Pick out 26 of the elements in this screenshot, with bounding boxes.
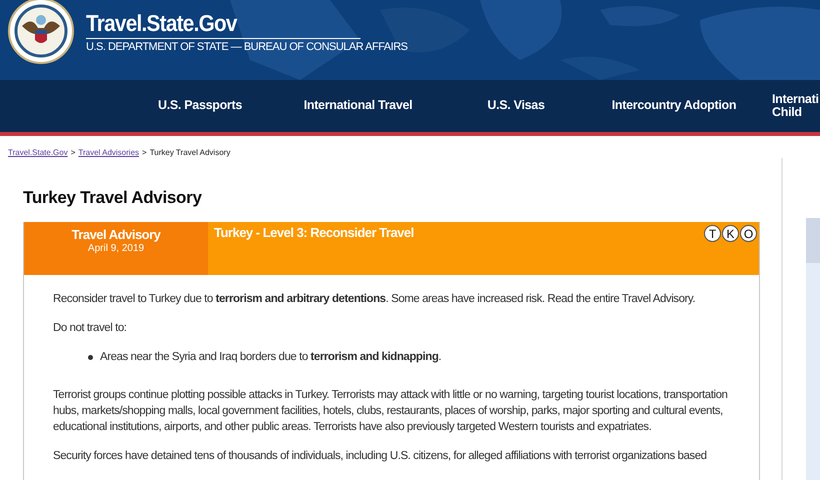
breadcrumb-link[interactable]: Travel Advisories — [78, 148, 140, 158]
breadcrumb-current: Turkey Travel Advisory — [150, 148, 230, 158]
nav-link[interactable]: Internati Child — [753, 92, 820, 120]
bullet-icon — [88, 354, 93, 360]
advisory-paragraph: Reconsider travel to Turkey due to terrorism and arbitrary detentions. Some areas have increased risk. Read the entire Travel Advisory. — [53, 292, 696, 307]
level-title: Turkey - Level 3: Reconsider Travel — [214, 225, 414, 240]
advisory-date: April 9, 2019 — [86, 243, 146, 254]
breadcrumb-link[interactable]: Travel.State.Gov — [8, 148, 68, 158]
nav-link[interactable]: International Travel — [279, 99, 437, 113]
bullet-text: Areas near the Syria and Iraq borders due to terrorism and kidnapping. — [100, 350, 442, 365]
breadcrumb-separator: > — [70, 148, 76, 158]
badge-title: Travel Advisory — [70, 227, 162, 242]
advisory-paragraph: Terrorist groups continue plotting possible attacks in Turkey. Terrorists may attack with little or no warning, targeting tourist locations, transportation hubs, markets/shopping malls, local government facilities, hotels, clubs, restaurants, places of worship, parks, major sporting and cultural events, educational institutions, airports, and other public areas. Terrorists have also previously targeted Western tourists and expatriates. — [53, 388, 728, 435]
risk-indicator[interactable]: K — [722, 225, 739, 242]
advisory-paragraph: Security forces have detained tens of thousands of individuals, including U.S. citizens, for alleged affiliations with terrorist organizations based — [53, 449, 708, 464]
page-title: Turkey Travel Advisory — [23, 188, 203, 208]
advisory-paragraph: Do not travel to: — [53, 321, 128, 336]
site-subtitle: U.S. DEPARTMENT OF STATE — BUREAU OF CONSULAR AFFAIRS — [86, 40, 408, 52]
nav-link[interactable]: Intercountry Adoption — [595, 99, 753, 113]
risk-indicator[interactable]: T — [704, 225, 721, 242]
seal-icon — [8, 0, 74, 64]
breadcrumb-separator: > — [142, 148, 147, 158]
nav-link[interactable]: U.S. Passports — [121, 99, 279, 113]
site-title[interactable]: Travel.State.Gov — [86, 10, 360, 38]
nav-link[interactable]: U.S. Visas — [437, 99, 595, 113]
risk-indicator[interactable]: O — [740, 225, 757, 242]
